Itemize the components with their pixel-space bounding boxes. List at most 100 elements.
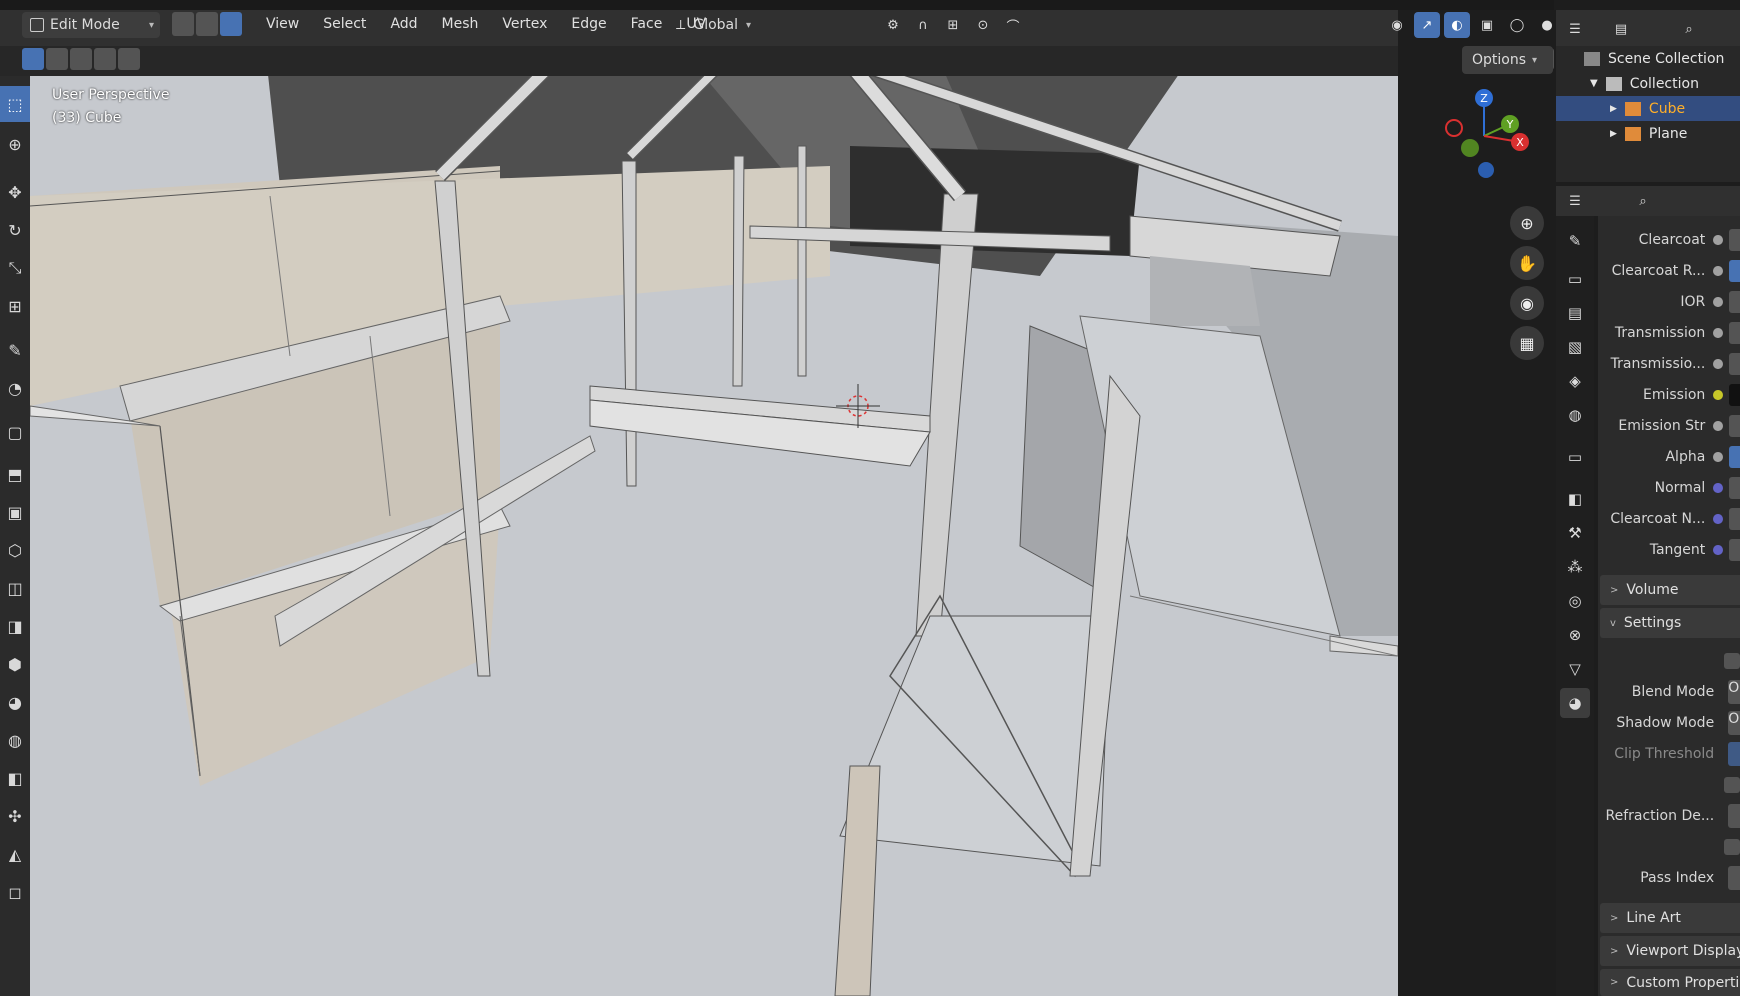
editor-type-icon[interactable]: ☰	[1562, 16, 1588, 42]
prop-row[interactable]: Clearcoat R...	[1598, 256, 1740, 286]
menu-add[interactable]: Add	[378, 14, 429, 34]
prop-row[interactable]: Normal	[1598, 473, 1740, 503]
prop-field[interactable]	[1728, 229, 1740, 251]
wireframe-shading-icon[interactable]: ◯	[1504, 12, 1530, 38]
custom-properties-panel-header[interactable]: > Custom Propertie	[1600, 969, 1740, 996]
checkbox[interactable]	[1724, 777, 1740, 793]
prop-row[interactable]: IOR	[1598, 287, 1740, 317]
output-tab-icon[interactable]: ▤	[1560, 298, 1590, 328]
zoom-icon[interactable]: ⊕	[1510, 206, 1544, 240]
bevel-tool-icon[interactable]: ⬡	[0, 532, 30, 568]
menu-select[interactable]: Select	[311, 14, 378, 34]
smooth-tool-icon[interactable]: ◍	[0, 722, 30, 758]
clip-threshold-field[interactable]	[1728, 742, 1740, 766]
prop-field[interactable]	[1728, 477, 1740, 499]
outliner-collection[interactable]: ▼ Collection	[1556, 71, 1740, 96]
scene-tab-icon[interactable]: ◈	[1560, 366, 1590, 396]
shear-tool-icon[interactable]: ◭	[0, 836, 30, 872]
select-box-tool-icon[interactable]: ⬚	[0, 86, 30, 122]
navigation-gizmo[interactable]: Z Y X	[1440, 86, 1530, 186]
camera-view-icon[interactable]: ◉	[1510, 286, 1544, 320]
edge-slide-tool-icon[interactable]: ◧	[0, 760, 30, 796]
select-subtract-icon[interactable]	[70, 48, 92, 70]
modifier-tab-icon[interactable]: ⚒	[1560, 518, 1590, 548]
pass-index-row[interactable]: Pass Index	[1598, 863, 1740, 893]
transform-tool-icon[interactable]: ⊞	[0, 288, 30, 324]
prop-row[interactable]: Alpha	[1598, 442, 1740, 472]
prop-field[interactable]	[1728, 508, 1740, 530]
snap-magnet-icon[interactable]: ∩	[910, 12, 936, 38]
line-art-panel-header[interactable]: > Line Art	[1600, 903, 1740, 933]
shrink-tool-icon[interactable]: ✣	[0, 798, 30, 834]
prop-row[interactable]: Transmissio...	[1598, 349, 1740, 379]
view-layer-tab-icon[interactable]: ▧	[1560, 332, 1590, 362]
collection-tab-icon[interactable]: ▭	[1560, 442, 1590, 472]
expand-arrow-icon[interactable]: ▶	[1610, 129, 1617, 139]
select-new-icon[interactable]	[22, 48, 44, 70]
physics-tab-icon[interactable]: ◎	[1560, 586, 1590, 616]
gizmo-neg-x-handle[interactable]	[1445, 119, 1463, 137]
screen-space-checkbox-row[interactable]	[1598, 770, 1740, 800]
volume-panel-header[interactable]: > Volume	[1600, 575, 1740, 605]
spin-tool-icon[interactable]: ◕	[0, 684, 30, 720]
data-tab-icon[interactable]: ▽	[1560, 654, 1590, 684]
viewport-display-panel-header[interactable]: > Viewport Display	[1600, 936, 1740, 966]
constraints-tab-icon[interactable]: ⊗	[1560, 620, 1590, 650]
extrude-tool-icon[interactable]: ⬒	[0, 456, 30, 492]
select-intersect-icon[interactable]	[118, 48, 140, 70]
mode-dropdown[interactable]: Edit Mode ▾	[22, 12, 160, 38]
face-select-icon[interactable]	[220, 12, 242, 36]
expand-arrow-icon[interactable]: ▼	[1590, 78, 1598, 89]
prop-row[interactable]: Transmission	[1598, 318, 1740, 348]
visibility-eye-icon[interactable]: ◉	[1384, 12, 1410, 38]
rip-tool-icon[interactable]: ◻	[0, 874, 30, 910]
world-tab-icon[interactable]: ◍	[1560, 400, 1590, 430]
outliner-scene-collection[interactable]: Scene Collection	[1556, 46, 1740, 71]
falloff-icon[interactable]: ⌒	[1000, 12, 1026, 38]
gizmo-neg-y-handle[interactable]	[1461, 139, 1479, 157]
outliner-item-cube[interactable]: ▶ Cube	[1556, 96, 1740, 121]
pan-hand-icon[interactable]: ✋	[1510, 246, 1544, 280]
gizmo-neg-z-handle[interactable]	[1478, 162, 1494, 178]
menu-mesh[interactable]: Mesh	[430, 14, 491, 34]
proportional-edit-icon[interactable]: ⊙	[970, 12, 996, 38]
3d-viewport[interactable]	[30, 76, 1398, 996]
knife-tool-icon[interactable]: ◨	[0, 608, 30, 644]
annotate-tool-icon[interactable]: ✎	[0, 332, 30, 368]
prop-field[interactable]	[1728, 446, 1740, 468]
subsurface-checkbox-row[interactable]	[1598, 832, 1740, 862]
prop-field[interactable]	[1728, 384, 1740, 406]
move-tool-icon[interactable]: ✥	[0, 174, 30, 210]
measure-tool-icon[interactable]: ◔	[0, 370, 30, 406]
options-dropdown[interactable]: Options ▾	[1462, 46, 1554, 74]
ortho-grid-icon[interactable]: ▦	[1510, 326, 1544, 360]
add-cube-tool-icon[interactable]: ▢	[0, 414, 30, 450]
scale-tool-icon[interactable]: ⤡	[0, 250, 30, 286]
backface-checkbox-row[interactable]	[1598, 646, 1740, 676]
object-tab-icon[interactable]: ◧	[1560, 484, 1590, 514]
blend-mode-dropdown[interactable]: O	[1728, 680, 1740, 704]
prop-field[interactable]	[1728, 539, 1740, 561]
checkbox[interactable]	[1724, 839, 1740, 855]
settings-panel-header[interactable]: v Settings	[1600, 608, 1740, 638]
prop-field[interactable]	[1728, 322, 1740, 344]
prop-row[interactable]: Emission Str	[1598, 411, 1740, 441]
menu-vertex[interactable]: Vertex	[490, 14, 559, 34]
transform-orientation[interactable]: ⟂ Global ▾	[676, 12, 757, 38]
menu-view[interactable]: View	[254, 14, 311, 34]
edge-select-icon[interactable]	[196, 12, 218, 36]
blend-mode-row[interactable]: Blend Mode O	[1598, 677, 1740, 707]
prop-field[interactable]	[1728, 415, 1740, 437]
shadow-mode-dropdown[interactable]: O	[1728, 711, 1740, 735]
rotate-tool-icon[interactable]: ↻	[0, 212, 30, 248]
expand-arrow-icon[interactable]: ▶	[1610, 104, 1617, 114]
select-extend-icon[interactable]	[46, 48, 68, 70]
render-tab-icon[interactable]: ▭	[1560, 264, 1590, 294]
material-tab-icon[interactable]: ◕	[1560, 688, 1590, 718]
search-icon[interactable]: ⌕	[1676, 16, 1702, 42]
prop-field[interactable]	[1728, 353, 1740, 375]
snap-target-icon[interactable]: ⊞	[940, 12, 966, 38]
pass-index-field[interactable]	[1728, 866, 1740, 890]
prop-row[interactable]: Clearcoat N...	[1598, 504, 1740, 534]
cursor-tool-icon[interactable]: ⊕	[0, 126, 30, 162]
